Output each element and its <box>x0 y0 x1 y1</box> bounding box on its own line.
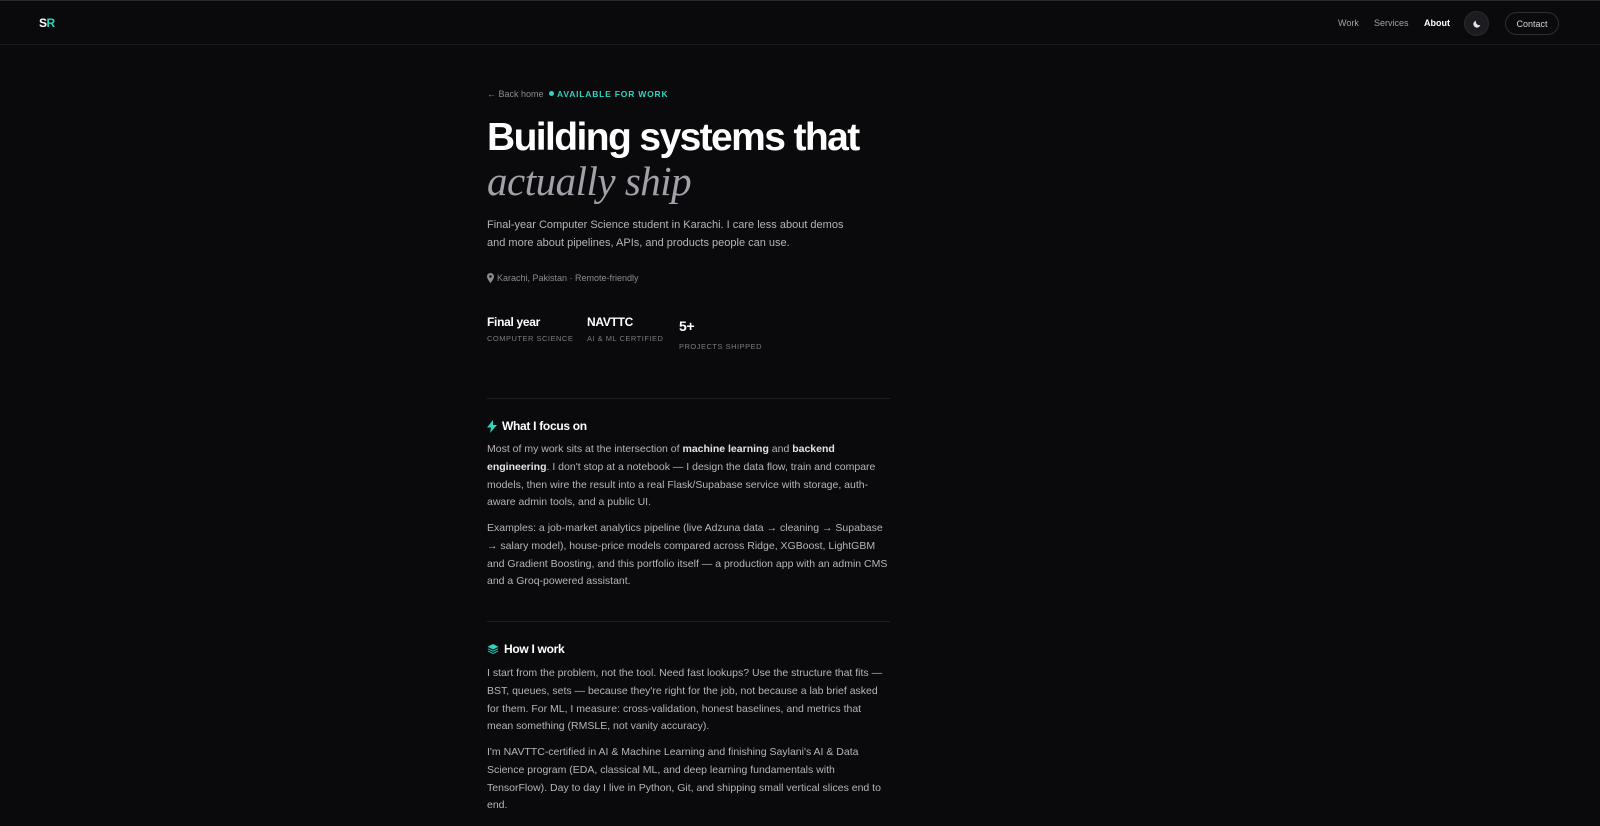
availability-badge: AVAILABLE FOR WORK <box>557 89 669 99</box>
stat-label: COMPUTER SCIENCE <box>487 334 574 343</box>
section-title-how: How I work <box>487 642 565 656</box>
focus-paragraph-1: Most of my work sits at the intersection… <box>487 441 890 512</box>
nav-link-about[interactable]: About <box>1424 18 1450 28</box>
text-run: Most of my work sits at the intersection… <box>487 443 683 455</box>
bolt-icon <box>487 419 497 433</box>
stat-label: PROJECTS SHIPPED <box>679 342 763 351</box>
nav-link-work[interactable]: Work <box>1338 18 1359 28</box>
section-title-focus: What I focus on <box>487 419 587 433</box>
page-title-accent: actually ship <box>487 158 692 204</box>
stat-year: Final year COMPUTER SCIENCE <box>487 315 573 343</box>
layers-icon <box>487 644 499 654</box>
contact-button[interactable]: Contact <box>1505 12 1559 35</box>
back-home-link[interactable]: ← Back home <box>487 89 544 99</box>
emphasis-ml: machine learning <box>682 443 769 455</box>
stat-certification: NAVTTC AI & ML CERTIFIED <box>587 315 663 343</box>
intro-text: Final-year Computer Science student in K… <box>487 219 844 249</box>
status-dot-icon <box>549 91 555 96</box>
site-logo[interactable]: SR <box>39 16 55 30</box>
focus-paragraph-2: Examples: a job-market analytics pipelin… <box>487 522 888 588</box>
how-paragraph-2: I'm NAVTTC-certified in AI & Machine Lea… <box>487 746 881 812</box>
stat-projects: 5+ PROJECTS SHIPPED <box>679 318 762 351</box>
moon-icon <box>1472 20 1480 28</box>
nav-link-services[interactable]: Services <box>1374 18 1409 28</box>
logo-letter-r: R <box>46 16 56 30</box>
section-divider <box>487 621 890 622</box>
stat-value: 5+ <box>679 318 695 334</box>
stat-value: Final year <box>487 315 541 329</box>
page-title: Building systems that <box>487 116 860 159</box>
how-paragraph-1: I start from the problem, not the tool. … <box>487 667 883 733</box>
map-pin-icon <box>487 273 494 283</box>
stat-value: NAVTTC <box>587 315 633 329</box>
location-row: Karachi, Pakistan · Remote-friendly <box>487 273 639 283</box>
theme-toggle-button[interactable] <box>1464 11 1489 36</box>
logo-letter-s: S <box>39 16 47 30</box>
top-navigation-bar: SR Work Services About Contact <box>0 0 1600 45</box>
stat-label: AI & ML CERTIFIED <box>587 334 664 343</box>
section-title-text: How I work <box>504 642 565 656</box>
location-text: Karachi, Pakistan · Remote-friendly <box>497 273 639 283</box>
text-run: and <box>768 443 793 455</box>
section-title-text: What I focus on <box>502 419 587 433</box>
breadcrumb: ← Back home AVAILABLE FOR WORK <box>487 89 668 99</box>
section-divider <box>487 398 890 399</box>
